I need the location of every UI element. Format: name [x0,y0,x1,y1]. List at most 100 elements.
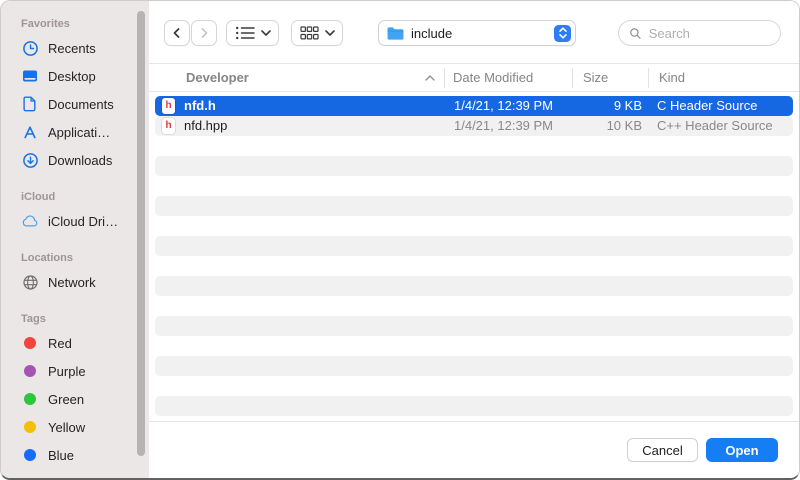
sidebar-item-tag-green[interactable]: Green [1,385,149,413]
tag-dot-green-icon [21,390,39,408]
toolbar: include [149,1,799,63]
file-name: nfd.h [184,96,216,116]
file-kind: C Header Source [657,96,757,116]
globe-icon [21,273,39,291]
tag-dot-purple-icon [21,362,39,380]
footer-divider [149,421,799,422]
sidebar-item-label: Red [48,336,72,351]
file-size: 10 KB [573,116,642,136]
download-icon [21,151,39,169]
appstore-icon [21,123,39,141]
sidebar-section-favorites: Favorites [21,17,149,32]
empty-row [155,336,793,356]
main-panel: include Developer Date Modified Size Kin… [149,1,799,478]
file-size: 9 KB [573,96,642,116]
sidebar-item-network[interactable]: Network [1,268,149,296]
desktop-icon [21,67,39,85]
search-input[interactable] [647,25,770,42]
chevron-down-icon [261,30,271,36]
sidebar-item-icloud-drive[interactable]: iCloud Dri… [1,207,149,235]
location-dropdown[interactable]: include [378,20,576,46]
search-field[interactable] [618,20,781,46]
empty-row [155,176,793,196]
folder-icon [386,26,405,41]
column-divider [648,68,649,88]
empty-row [155,296,793,316]
sidebar-item-label: Network [48,275,96,290]
sidebar-section-tags: Tags [21,312,149,327]
open-button[interactable]: Open [706,438,778,462]
empty-row [155,156,793,176]
sidebar-item-tag-red[interactable]: Red [1,329,149,357]
list-view-icon [235,25,255,41]
file-name: nfd.hpp [184,116,227,136]
tag-dot-yellow-icon [21,418,39,436]
empty-row [155,216,793,236]
file-date-modified: 1/4/21, 12:39 PM [454,116,553,136]
sidebar-item-recents[interactable]: Recents [1,34,149,62]
icon-view-icon [300,25,319,41]
sidebar-item-label: Purple [48,364,86,379]
clock-icon [21,39,39,57]
empty-row [155,276,793,296]
sidebar-item-desktop[interactable]: Desktop [1,62,149,90]
sidebar-section-locations: Locations [21,251,149,266]
column-header-row: Developer Date Modified Size Kind [149,63,799,92]
sidebar-item-label: Recents [48,41,96,56]
file-row-nfd-h[interactable]: h nfd.h 1/4/21, 12:39 PM 9 KB C Header S… [155,96,793,116]
sidebar-item-tag-purple[interactable]: Purple [1,357,149,385]
empty-row [155,236,793,256]
sidebar-item-tag-yellow[interactable]: Yellow [1,413,149,441]
forward-button[interactable] [191,20,217,46]
tag-dot-red-icon [21,334,39,352]
chevron-down-icon [325,30,335,36]
file-row-nfd-hpp[interactable]: h nfd.hpp 1/4/21, 12:39 PM 10 KB C++ Hea… [155,116,793,136]
column-divider [444,68,445,88]
empty-row [155,316,793,336]
sidebar-item-label: iCloud Dri… [48,214,118,229]
chevron-left-icon [171,27,183,39]
empty-row [155,196,793,216]
sidebar-item-downloads[interactable]: Downloads [1,146,149,174]
sidebar-item-applications[interactable]: Applicati… [1,118,149,146]
back-button[interactable] [164,20,190,46]
sidebar-scrollbar[interactable] [137,11,145,456]
sidebar-item-label: Documents [48,97,114,112]
h-file-icon: h [162,118,175,134]
file-list: h nfd.h 1/4/21, 12:39 PM 9 KB C Header S… [149,92,799,421]
tag-dot-blue-icon [21,446,39,464]
sidebar-section-icloud: iCloud [21,190,149,205]
sidebar-item-label: Downloads [48,153,112,168]
sidebar-item-label: Blue [48,448,74,463]
open-file-dialog: Favorites Recents Desktop Documents Appl… [0,0,800,480]
empty-row [155,376,793,396]
empty-row [155,356,793,376]
document-icon [21,95,39,113]
sidebar: Favorites Recents Desktop Documents Appl… [1,1,149,478]
list-view-dropdown[interactable] [226,20,279,46]
empty-row [155,136,793,156]
search-icon [629,26,642,41]
cloud-icon [21,212,39,230]
sidebar-item-all-tags[interactable]: All Tags [1,469,149,480]
sidebar-item-label: Yellow [48,420,85,435]
all-tags-icon [21,474,39,480]
column-header-size[interactable]: Size [583,64,608,92]
file-kind: C++ Header Source [657,116,773,136]
empty-row [155,396,793,416]
sidebar-item-label: Applicati… [48,125,110,140]
sidebar-item-label: Green [48,392,84,407]
icon-view-dropdown[interactable] [291,20,343,46]
sort-ascending-icon [425,75,435,81]
sidebar-item-tag-blue[interactable]: Blue [1,441,149,469]
column-header-kind[interactable]: Kind [659,64,685,92]
column-header-date-modified[interactable]: Date Modified [453,64,533,92]
sidebar-item-label: All Tags [48,476,93,480]
cancel-button[interactable]: Cancel [627,438,698,462]
column-header-name[interactable]: Developer [186,64,249,92]
chevron-right-icon [198,27,210,39]
empty-row [155,256,793,276]
file-date-modified: 1/4/21, 12:39 PM [454,96,553,116]
sidebar-item-documents[interactable]: Documents [1,90,149,118]
up-down-stepper-icon [554,25,571,42]
